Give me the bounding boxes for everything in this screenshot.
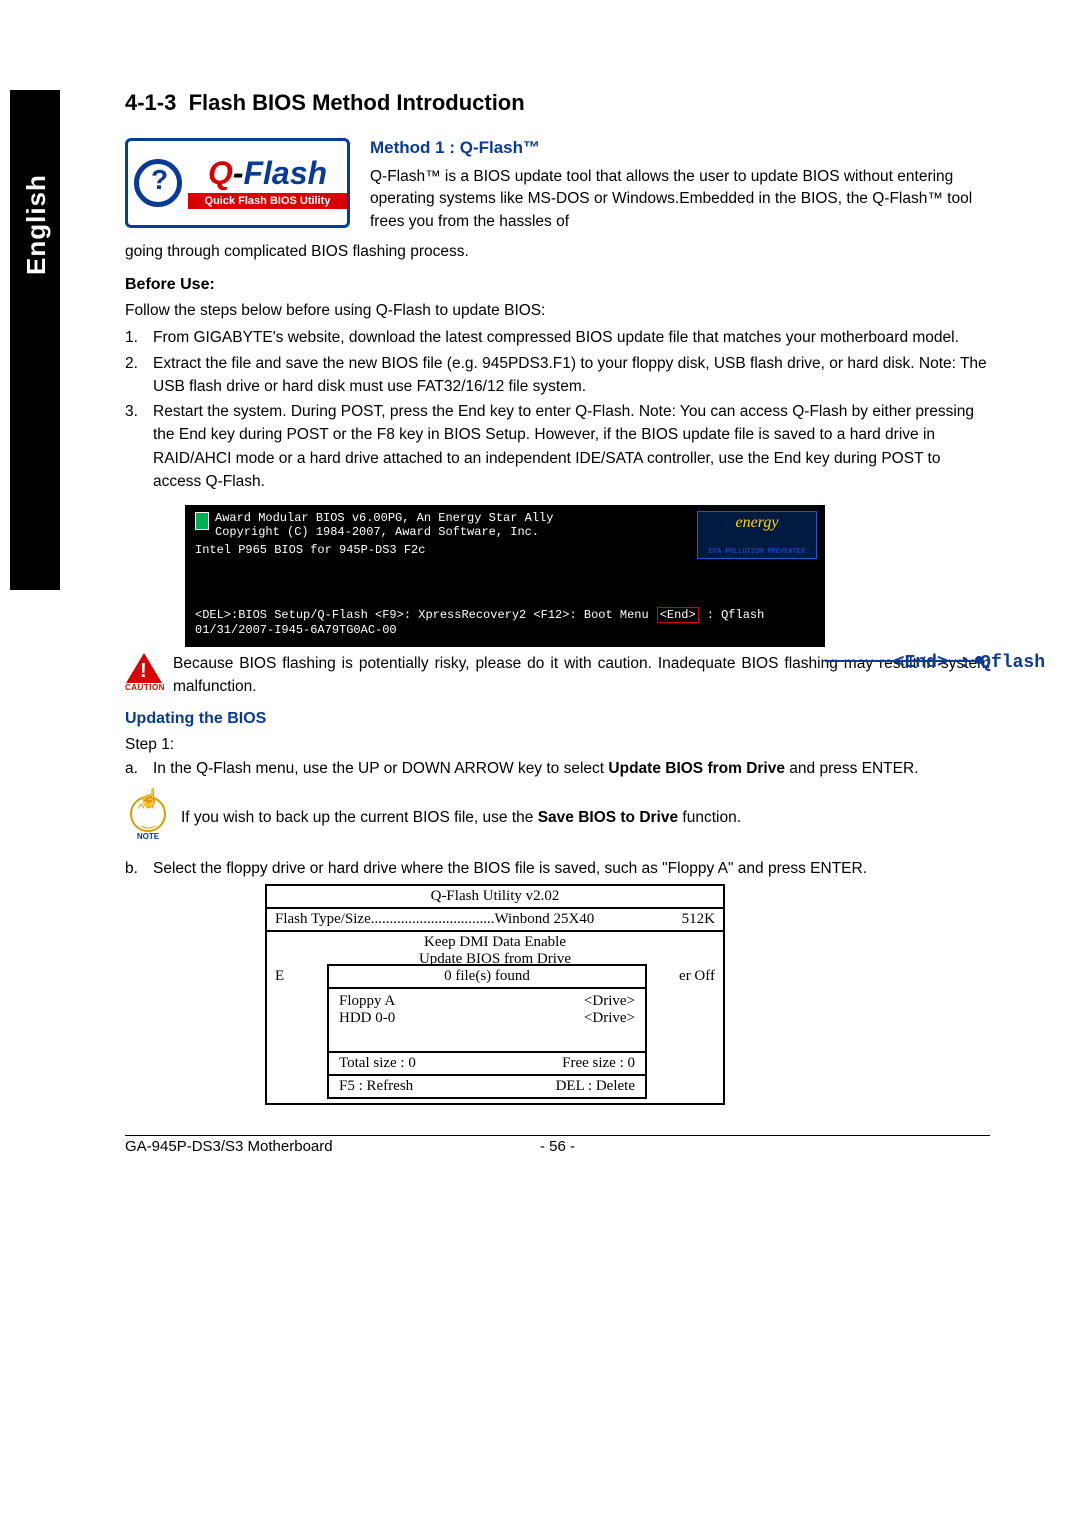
list-marker: b. — [125, 857, 153, 880]
section-heading: 4-1-3 Flash BIOS Method Introduction — [125, 90, 990, 116]
step-label: Step 1: — [125, 734, 990, 756]
footer-right — [575, 1138, 990, 1155]
footer-model: GA-945P-DS3/S3 Motherboard — [125, 1138, 540, 1155]
bios-callout: <End> : Qflash — [894, 653, 1045, 673]
before-use-heading: Before Use: — [125, 276, 990, 294]
step-a-post: and press ENTER. — [785, 760, 919, 777]
logo-subtitle: Quick Flash BIOS Utility — [188, 193, 347, 209]
list-marker: a. — [125, 757, 153, 780]
qflash-logo: Q-Flash Quick Flash BIOS Utility — [125, 138, 350, 228]
qf-free-size: Free size : 0 — [562, 1055, 635, 1072]
qf-drive-tag: <Drive> — [584, 993, 635, 1010]
bios-bottom-pre: <DEL>:BIOS Setup/Q-Flash <F9>: XpressRec… — [195, 608, 649, 622]
bios-serial: 01/31/2007-I945-6A79TG0AC-00 — [195, 623, 815, 637]
energy-star-badge: energy EPA POLLUTION PREVENTER — [697, 511, 817, 559]
qf-flash-type-label: Flash Type/Size — [275, 911, 371, 928]
list-marker: 2. — [125, 352, 153, 399]
language-label: English — [21, 174, 52, 275]
section-number: 4-1-3 — [125, 90, 176, 115]
list-item: 1.From GIGABYTE's website, download the … — [125, 326, 990, 349]
list-item: a. In the Q-Flash menu, use the UP or DO… — [125, 757, 990, 780]
list-marker: 3. — [125, 400, 153, 493]
bios-line2: Copyright (C) 1984-2007, Award Software,… — [215, 525, 553, 539]
list-item: 2.Extract the file and save the new BIOS… — [125, 352, 990, 399]
step-b-text: Select the floppy drive or hard drive wh… — [153, 857, 867, 880]
method1-para-a: Q-Flash™ is a BIOS update tool that allo… — [370, 166, 990, 233]
qf-popup-foot2: F5 : Refresh DEL : Delete — [329, 1074, 645, 1097]
note-bold: Save BIOS to Drive — [538, 809, 678, 826]
logo-dash: - — [233, 155, 244, 191]
list-item: 3.Restart the system. During POST, press… — [125, 400, 990, 493]
before-use-list: 1.From GIGABYTE's website, download the … — [125, 326, 990, 493]
bios-bottom-post: : Qflash — [707, 608, 765, 622]
qf-left-snip: E — [275, 968, 299, 985]
before-use-intro: Follow the steps below before using Q-Fl… — [125, 300, 990, 322]
bios-end-highlight: <End> — [657, 607, 699, 623]
list-item: b. Select the floppy drive or hard drive… — [125, 857, 990, 880]
qf-dots — [371, 911, 495, 928]
footer-page-number: - 56 - — [540, 1138, 575, 1155]
qf-popup-foot1: Total size : 0 Free size : 0 — [329, 1053, 645, 1074]
qf-popup-head: 0 file(s) found — [329, 966, 645, 989]
warning-triangle-icon — [126, 653, 162, 683]
bios-line1: Award Modular BIOS v6.00PG, An Energy St… — [215, 511, 553, 525]
logo-q: Q — [208, 155, 233, 191]
logo-text: Q-Flash Quick Flash BIOS Utility — [188, 157, 347, 209]
qf-flash-type-value: Winbond 25X40 — [495, 911, 595, 928]
page-footer: GA-945P-DS3/S3 Motherboard - 56 - — [125, 1135, 990, 1155]
qf-popup-body: Floppy A<Drive> HDD 0-0<Drive> — [329, 989, 645, 1053]
qf-flash-size: 512K — [682, 911, 715, 928]
qf-drive-name: Floppy A — [339, 993, 584, 1010]
qf-f5-refresh: F5 : Refresh — [339, 1078, 556, 1095]
page: English 4-1-3 Flash BIOS Method Introduc… — [0, 0, 1080, 1195]
qflash-utility-screenshot: Q-Flash Utility v2.02 Flash Type/Size Win… — [265, 884, 725, 1105]
question-mark-icon — [134, 159, 182, 207]
qf-del-delete: DEL : Delete — [556, 1078, 635, 1095]
method1-para-b: going through complicated BIOS flashing … — [125, 241, 990, 263]
method1-text: Method 1 : Q-Flash™ Q-Flash™ is a BIOS u… — [370, 138, 990, 233]
caution-label: CAUTION — [125, 683, 163, 692]
qf-menu: Keep DMI Data Enable Update BIOS from Dr… — [267, 932, 723, 1103]
energy-script: energy — [700, 514, 814, 532]
list-text: Extract the file and save the new BIOS f… — [153, 352, 990, 399]
section-title: Flash BIOS Method Introduction — [189, 90, 525, 115]
note-icon: ☝ NOTE — [125, 796, 171, 841]
qf-title: Q-Flash Utility v2.02 — [267, 886, 723, 909]
list-text: In the Q-Flash menu, use the UP or DOWN … — [153, 757, 919, 780]
logo-flash: Flash — [243, 155, 327, 191]
note-pre: If you wish to back up the current BIOS … — [181, 809, 538, 826]
qf-drive-name: HDD 0-0 — [339, 1010, 584, 1027]
step-a-pre: In the Q-Flash menu, use the UP or DOWN … — [153, 760, 608, 777]
qf-right-snip: er Off — [675, 968, 715, 985]
method1-block: Q-Flash Quick Flash BIOS Utility Method … — [125, 138, 990, 233]
method1-heading: Method 1 : Q-Flash™ — [370, 138, 990, 158]
qf-drive-popup: 0 file(s) found Floppy A<Drive> HDD 0-0<… — [327, 964, 647, 1099]
qf-keep-dmi: Keep DMI Data Enable — [275, 934, 715, 951]
step-list: a. In the Q-Flash menu, use the UP or DO… — [125, 757, 990, 780]
award-icon — [195, 512, 209, 530]
bios-post-screenshot: Award Modular BIOS v6.00PG, An Energy St… — [185, 505, 825, 647]
note-label: NOTE — [125, 832, 171, 841]
energy-subtext: EPA POLLUTION PREVENTER — [700, 548, 814, 556]
language-tab: English — [10, 90, 60, 590]
note-block: ☝ NOTE If you wish to back up the curren… — [125, 796, 990, 841]
bios-bottom-line: <DEL>:BIOS Setup/Q-Flash <F9>: XpressRec… — [195, 607, 815, 623]
note-text: If you wish to back up the current BIOS … — [181, 807, 741, 829]
qf-drive-tag: <Drive> — [584, 1010, 635, 1027]
note-post: function. — [678, 809, 741, 826]
list-text: From GIGABYTE's website, download the la… — [153, 326, 959, 349]
list-marker: 1. — [125, 326, 153, 349]
list-text: Restart the system. During POST, press t… — [153, 400, 990, 493]
qf-row: Flash Type/Size Winbond 25X40 512K — [267, 909, 723, 932]
note-face-icon: ☝ — [130, 796, 166, 832]
qf-total-size: Total size : 0 — [339, 1055, 562, 1072]
note-hand-icon: ☝ — [138, 788, 160, 809]
updating-heading: Updating the BIOS — [125, 710, 990, 728]
step-list-b: b. Select the floppy drive or hard drive… — [125, 857, 990, 880]
step-a-bold: Update BIOS from Drive — [608, 760, 785, 777]
caution-icon: CAUTION — [125, 653, 163, 692]
